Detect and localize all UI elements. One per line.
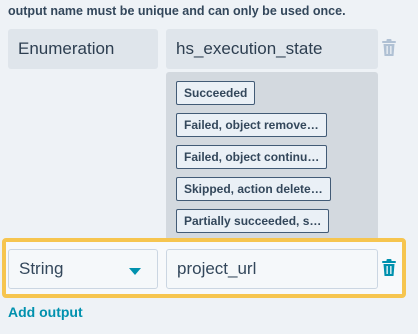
trash-icon[interactable] [381,39,397,57]
output-name-input[interactable]: project_url [166,249,378,289]
enum-value-chip: Succeeded [176,81,256,105]
add-output-link[interactable]: Add output [8,304,83,320]
trash-icon[interactable] [381,259,397,277]
enum-value-chip: Failed, object continu… [176,145,328,169]
helper-text: output name must be unique and can only … [8,4,346,18]
output-name-field: hs_execution_state [166,29,378,69]
enum-value-chip: Skipped, action delete… [176,177,331,201]
enum-value-chip: Partially succeeded, s… [176,209,330,233]
chevron-down-icon [129,268,141,275]
output-type-field: Enumeration [8,29,158,69]
enum-values-panel: Succeeded Failed, object remove… Failed,… [166,72,378,256]
output-type-value: String [19,259,64,278]
output-type-dropdown[interactable]: String [8,249,158,289]
enum-value-chip: Failed, object remove… [176,113,327,137]
